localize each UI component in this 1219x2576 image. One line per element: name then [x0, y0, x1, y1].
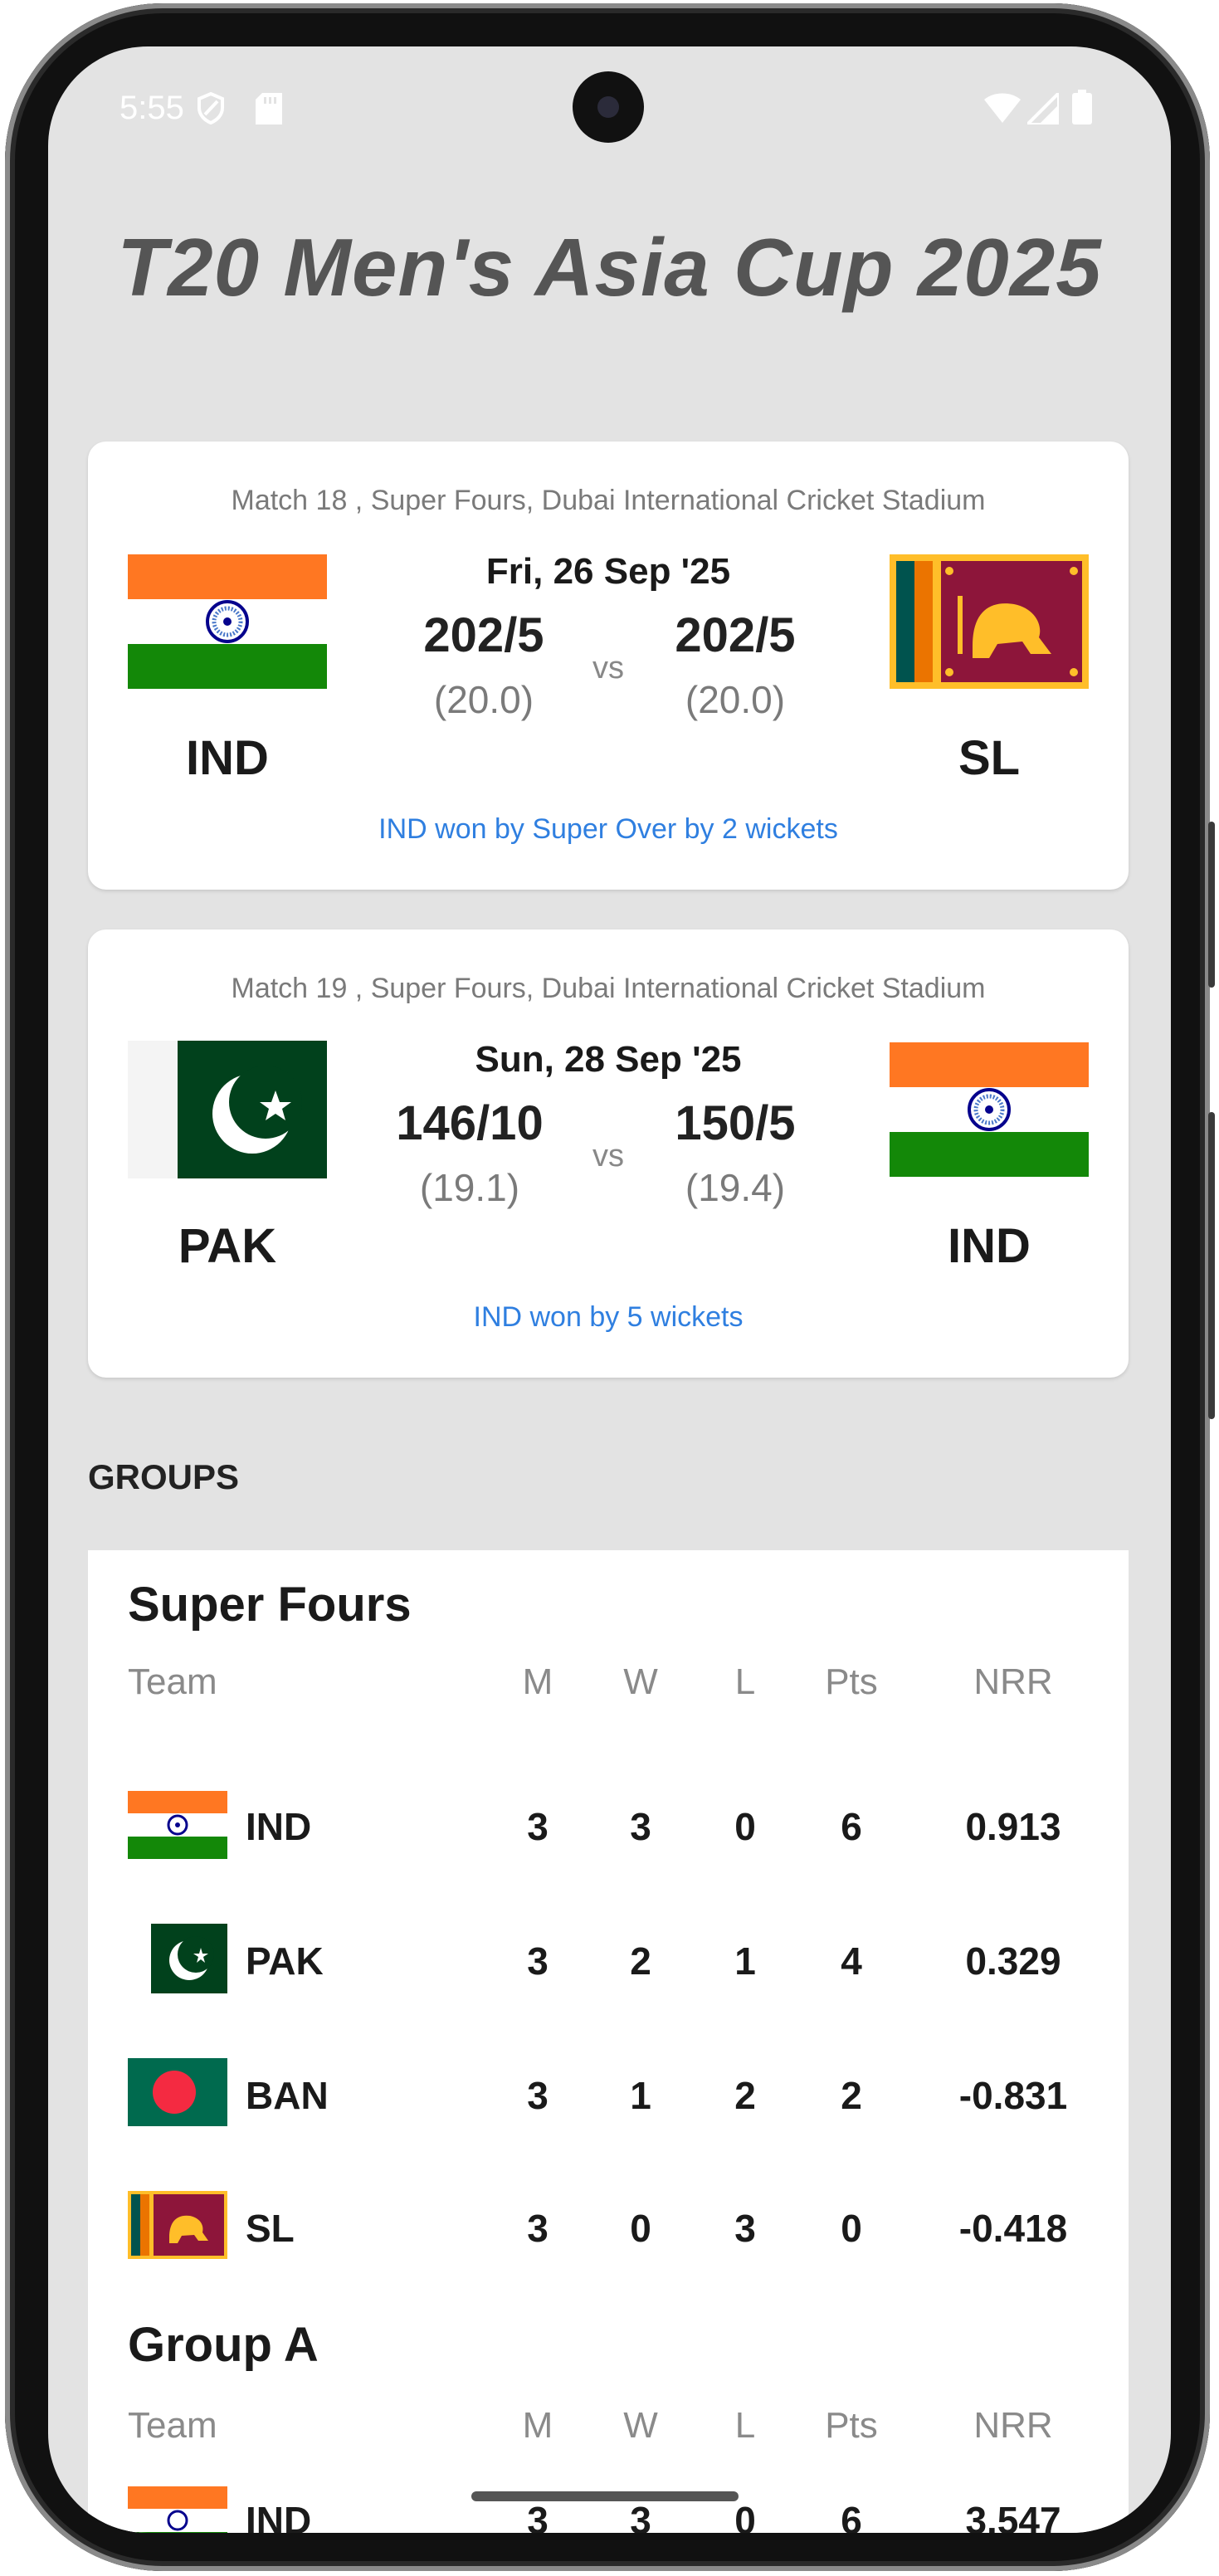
net-run-rate: -0.831: [958, 2074, 1068, 2117]
india-flag: [890, 1042, 1089, 1177]
match-card[interactable]: Match 18 , Super Fours, Dubai Internatio…: [88, 442, 1129, 890]
team2-overs: (19.4): [685, 1166, 786, 1209]
losses: 0: [734, 2499, 756, 2533]
team-name: IND: [246, 2499, 312, 2533]
sri-lanka-flag: [128, 2191, 227, 2259]
wins: 3: [630, 2499, 651, 2533]
signal-icon: [1027, 93, 1059, 124]
page-title: T20 Men's Asia Cup 2025: [117, 222, 1102, 313]
standings-card: Super Fours Team M W L Pts NRR IND 3 3 0…: [88, 1550, 1129, 2533]
team2-overs: (20.0): [685, 678, 786, 721]
col-header-pts: Pts: [825, 2405, 878, 2446]
sri-lanka-flag: [890, 554, 1089, 689]
points: 2: [841, 2074, 862, 2117]
net-run-rate: 3.547: [965, 2499, 1061, 2533]
wins: 0: [630, 2207, 651, 2250]
india-flag: [128, 1791, 227, 1859]
matches-played: 3: [527, 2074, 549, 2117]
net-run-rate: 0.913: [965, 1805, 1061, 1848]
sd-card-icon: [256, 93, 282, 124]
col-header-l: L: [734, 2405, 756, 2446]
losses: 0: [734, 1805, 756, 1848]
col-header-m: M: [522, 1661, 553, 1702]
app-screen: 5:55 T20 Men's Asia Cup 2025 Match 18 , …: [48, 46, 1171, 2533]
pakistan-flag: [128, 1041, 327, 1178]
wins: 1: [630, 2074, 651, 2117]
col-header-l: L: [734, 1661, 756, 1702]
col-header-nrr: NRR: [973, 1661, 1053, 1702]
power-button: [1208, 822, 1215, 988]
team2-name: IND: [948, 1219, 1031, 1273]
team2-score: 202/5: [675, 608, 796, 662]
team-name: PAK: [246, 1939, 324, 1983]
shield-icon: [197, 91, 224, 124]
team2-name: SL: [958, 731, 1021, 785]
net-run-rate: -0.418: [958, 2207, 1068, 2250]
team-name: BAN: [246, 2074, 329, 2117]
match-card[interactable]: Match 19 , Super Fours, Dubai Internatio…: [88, 929, 1129, 1378]
pakistan-flag: [128, 1924, 227, 1993]
group-title: Super Fours: [128, 1578, 412, 1632]
losses: 1: [734, 1939, 756, 1983]
team1-overs: (19.1): [419, 1166, 520, 1209]
device-frame: 5:55 T20 Men's Asia Cup 2025 Match 18 , …: [0, 0, 1219, 2576]
losses: 3: [734, 2207, 756, 2250]
wins: 3: [630, 1805, 651, 1848]
points: 6: [841, 1805, 862, 1848]
points: 4: [841, 1939, 862, 1983]
india-flag: [128, 554, 327, 689]
front-camera: [573, 71, 644, 143]
col-header-w: W: [623, 1661, 658, 1702]
volume-button: [1208, 1112, 1215, 1419]
match-result[interactable]: IND won by Super Over by 2 wickets: [88, 813, 1129, 846]
team1-score: 146/10: [396, 1096, 544, 1150]
team1-overs: (20.0): [433, 678, 534, 721]
col-header-pts: Pts: [825, 1661, 878, 1702]
home-indicator[interactable]: [471, 2491, 739, 2501]
team1-name: PAK: [178, 1219, 277, 1273]
matches-played: 3: [527, 2499, 549, 2533]
group-title: Group A: [128, 2318, 319, 2372]
col-header-team: Team: [128, 1661, 217, 1702]
losses: 2: [734, 2074, 756, 2117]
wifi-icon: [984, 93, 1021, 123]
bangladesh-flag: [128, 2058, 227, 2126]
col-header-team: Team: [128, 2405, 217, 2446]
match-meta: Match 18 , Super Fours, Dubai Internatio…: [231, 485, 986, 516]
battery-icon: [1072, 90, 1092, 124]
matches-played: 3: [527, 2207, 549, 2250]
team1-name: IND: [186, 731, 269, 785]
matches-played: 3: [527, 1805, 549, 1848]
col-header-m: M: [522, 2405, 553, 2446]
points: 0: [841, 2207, 862, 2250]
team-name: IND: [246, 1805, 312, 1848]
team2-score: 150/5: [675, 1096, 796, 1150]
match-meta: Match 19 , Super Fours, Dubai Internatio…: [231, 973, 986, 1004]
india-flag: [128, 2486, 227, 2533]
points: 6: [841, 2499, 862, 2533]
team1-score: 202/5: [423, 608, 544, 662]
status-time: 5:55: [119, 90, 184, 126]
match-result[interactable]: IND won by 5 wickets: [88, 1301, 1129, 1334]
col-header-w: W: [623, 2405, 658, 2446]
matches-played: 3: [527, 1939, 549, 1983]
col-header-nrr: NRR: [973, 2405, 1053, 2446]
team-name: SL: [246, 2207, 295, 2250]
net-run-rate: 0.329: [965, 1939, 1061, 1983]
wins: 2: [630, 1939, 651, 1983]
groups-heading: GROUPS: [88, 1457, 240, 1496]
